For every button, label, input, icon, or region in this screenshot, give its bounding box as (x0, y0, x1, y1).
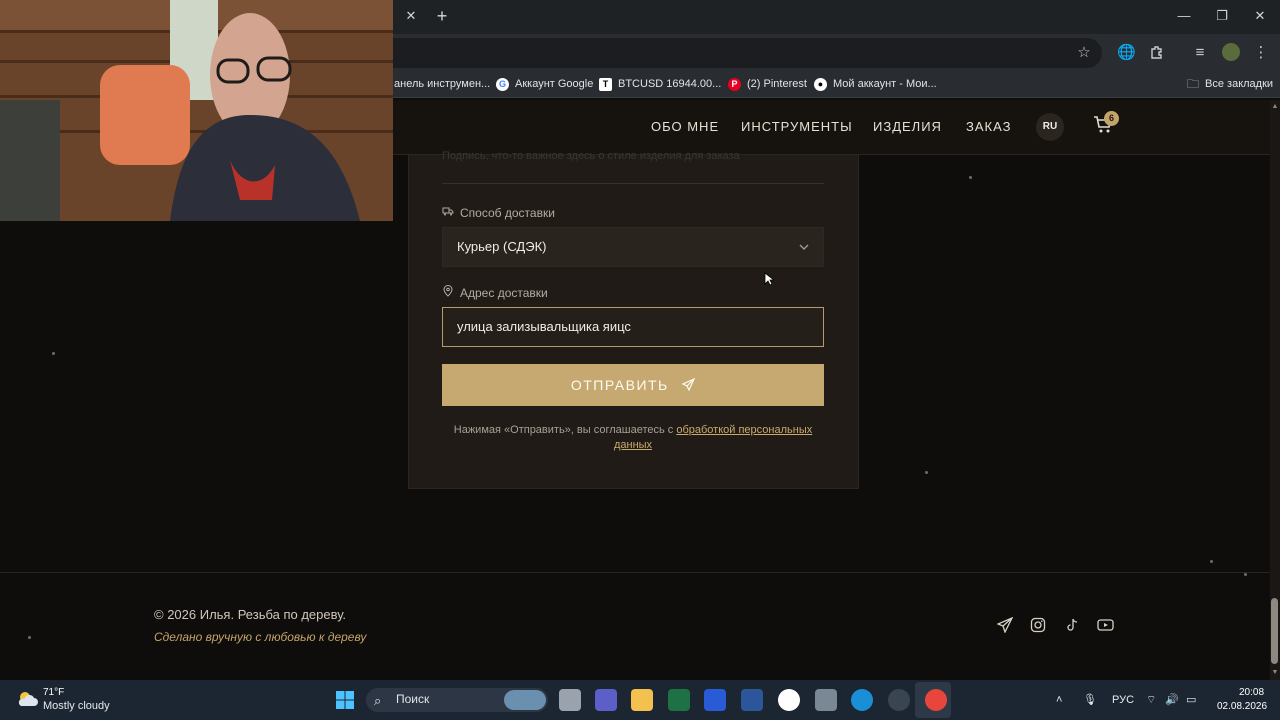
minimize-button[interactable]: — (1171, 6, 1197, 26)
nav-tools[interactable]: ИНСТРУМЕНТЫ (741, 119, 853, 135)
word-icon[interactable] (741, 689, 763, 711)
language-switch[interactable]: RU (1036, 113, 1064, 141)
page-scrollbar[interactable] (1270, 100, 1280, 680)
wifi-icon[interactable]: ⌔ (1146, 691, 1156, 709)
folder-app-icon[interactable] (631, 689, 653, 711)
profile-avatar[interactable] (1222, 43, 1240, 61)
tray-overflow-icon[interactable]: ˄ (1056, 691, 1062, 709)
store-icon[interactable] (704, 689, 726, 711)
close-window-button[interactable]: ✕ (1247, 6, 1273, 26)
edge-icon[interactable] (851, 689, 873, 711)
chevron-down-icon (798, 240, 812, 254)
account-icon: ● (814, 77, 827, 91)
copyright-text: © 2026 Илья. Резьба по дереву. (154, 607, 347, 622)
background-star (969, 176, 972, 179)
menu-dots-icon[interactable]: ⋮ (1252, 44, 1270, 62)
microphone-icon[interactable]: 🎙 (1083, 691, 1097, 709)
weather-temperature: 71°F (43, 687, 65, 698)
delivery-method-select[interactable]: Курьер (СДЭК) (442, 227, 824, 267)
camera-icon[interactable] (815, 689, 837, 711)
search-icon: ⌕ (374, 693, 382, 708)
webcam-overlay (0, 0, 393, 221)
weather-description: Mostly cloudy (43, 700, 110, 712)
volume-icon[interactable]: 🔊 (1165, 691, 1179, 709)
delivery-address-label: Адрес доставки (442, 285, 548, 301)
excel-icon[interactable] (668, 689, 690, 711)
folder-icon: 🗀 (1187, 77, 1200, 91)
tab-close-icon[interactable]: ✕ (403, 8, 419, 24)
google-icon: G (496, 77, 509, 91)
media-controls-icon[interactable]: ≡ (1191, 44, 1209, 62)
address-bar[interactable] (330, 38, 1102, 68)
nav-order[interactable]: ЗАКАЗ (966, 119, 1011, 135)
mouse-cursor (764, 272, 776, 291)
bookmark-item[interactable]: T BTCUSD 16944.00... (599, 76, 721, 92)
truck-icon (442, 205, 454, 221)
clock-time[interactable]: 20:08 (1239, 687, 1264, 698)
footer-divider (0, 572, 1270, 573)
battery-icon[interactable]: ▭ (1186, 691, 1196, 709)
yandex-browser-icon[interactable] (778, 689, 800, 711)
weather-cloud-icon[interactable] (15, 689, 39, 709)
language-indicator[interactable]: РУС (1112, 691, 1134, 709)
nav-about[interactable]: ОБО МНЕ (651, 119, 719, 135)
file-explorer-gallery-icon[interactable] (559, 689, 581, 711)
delivery-method-label: Способ доставки (442, 205, 555, 221)
consent-note: Нажимая «Отправить», вы соглашаетесь с о… (453, 424, 813, 451)
delivery-address-input[interactable]: улица зализывальщика яицс (442, 307, 824, 347)
background-star (1244, 573, 1247, 576)
new-tab-button[interactable]: + (433, 6, 451, 26)
bookmark-item[interactable]: анель инструмен... (394, 76, 490, 92)
faded-form-text: Подпись, что-то важное здесь о стиле изд… (442, 150, 740, 162)
teams-icon[interactable] (595, 689, 617, 711)
restore-button[interactable]: ❐ (1209, 6, 1235, 26)
send-icon (681, 365, 696, 407)
extensions-icon[interactable] (1148, 44, 1166, 62)
telegram-icon[interactable] (996, 616, 1015, 635)
bookmark-item[interactable]: ● Мой аккаунт - Мои... (814, 76, 937, 92)
form-divider (442, 183, 824, 184)
search-highlight-image (504, 690, 546, 710)
search-placeholder: Поиск (396, 692, 430, 706)
scroll-up-arrow-icon[interactable]: ▲ (1270, 102, 1280, 112)
windows-start-icon[interactable] (335, 690, 355, 710)
background-star (925, 471, 928, 474)
scroll-down-arrow-icon[interactable]: ▼ (1270, 668, 1280, 678)
chrome-icon[interactable] (925, 689, 947, 711)
bookmark-item[interactable]: P (2) Pinterest (728, 76, 807, 92)
cart-count-badge: 6 (1104, 111, 1119, 126)
tiktok-icon[interactable] (1064, 617, 1082, 635)
nav-products[interactable]: ИЗДЕЛИЯ (873, 119, 942, 135)
scrollbar-thumb[interactable] (1271, 598, 1278, 664)
submit-button[interactable]: ОТПРАВИТЬ (442, 364, 824, 406)
bookmark-item[interactable]: G Аккаунт Google (496, 76, 593, 92)
youtube-icon[interactable] (1097, 617, 1115, 635)
background-star (28, 636, 31, 639)
all-bookmarks-button[interactable]: 🗀 Все закладки (1187, 76, 1273, 92)
tradingview-icon: T (599, 77, 612, 91)
translate-icon[interactable]: 🌐 (1117, 44, 1136, 62)
clock-date[interactable]: 02.08.2026 (1217, 701, 1267, 712)
background-star (1210, 560, 1213, 563)
star-bookmark-icon[interactable]: ☆ (1075, 44, 1093, 62)
settings-app-icon[interactable] (888, 689, 910, 711)
location-pin-icon (442, 285, 454, 301)
background-star (52, 352, 55, 355)
footer-tagline: Сделано вручную с любовью к дереву (154, 630, 367, 644)
instagram-icon[interactable] (1030, 617, 1048, 635)
pinterest-icon: P (728, 77, 741, 91)
